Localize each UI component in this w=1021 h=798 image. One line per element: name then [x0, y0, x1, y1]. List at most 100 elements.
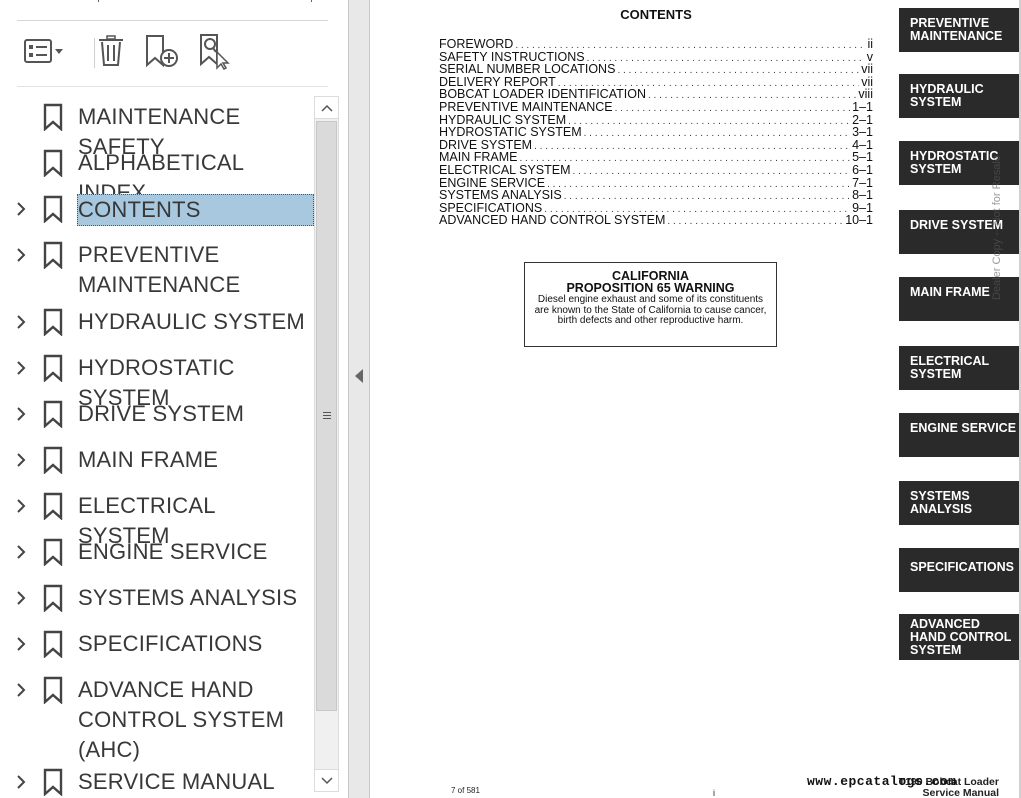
- toc-leader-dots: [615, 103, 851, 114]
- chevron-right-icon[interactable]: [13, 244, 29, 266]
- toc-leader-dots: [534, 141, 850, 152]
- bookmark-hydraulic-system[interactable]: HYDRAULIC SYSTEM: [0, 307, 314, 337]
- toc-entry[interactable]: BOBCAT LOADER IDENTIFICATION viii: [439, 88, 873, 101]
- panel-splitter[interactable]: [348, 0, 370, 798]
- toc-entry[interactable]: DRIVE SYSTEM 4–1: [439, 139, 873, 152]
- bookmark-icon: [42, 149, 64, 178]
- toc-entry[interactable]: SYSTEMS ANALYSIS 8–1: [439, 189, 873, 202]
- toc-entry[interactable]: DELIVERY REPORT vii: [439, 76, 873, 89]
- bookmark-advance-hand-control[interactable]: ADVANCE HAND CONTROL SYSTEM (AHC): [0, 675, 314, 765]
- bookmark-icon: [42, 446, 64, 475]
- toc-entry-page: 1–1: [852, 100, 873, 114]
- divider: [17, 20, 328, 21]
- chevron-right-icon[interactable]: [13, 357, 29, 379]
- bookmark-electrical-system[interactable]: ELECTRICAL SYSTEM: [0, 491, 314, 548]
- bookmark-alphabetical-index[interactable]: ALPHABETICAL INDEX: [0, 148, 314, 205]
- toc-leader-dots: [564, 191, 850, 202]
- chevron-right-icon[interactable]: [13, 311, 29, 333]
- chevron-right-icon[interactable]: [13, 587, 29, 609]
- toc-leader-dots: [558, 78, 859, 89]
- bookmark-icon: [42, 103, 64, 132]
- scroll-up-button[interactable]: [315, 97, 338, 119]
- chevron-right-icon[interactable]: [13, 495, 29, 517]
- grip-icon: [322, 407, 332, 425]
- chevron-right-icon[interactable]: [13, 198, 29, 220]
- toc-entry-label: SPECIFICATIONS: [439, 201, 543, 215]
- warning-subtitle: PROPOSITION 65 WARNING: [566, 281, 735, 295]
- bookmark-label: ADVANCE HAND CONTROL SYSTEM (AHC): [78, 677, 285, 762]
- bookmarks-toolbar: [17, 30, 337, 76]
- chevron-right-icon[interactable]: [13, 403, 29, 425]
- new-bookmark-button[interactable]: [143, 30, 181, 76]
- toc-entry-page: 2–1: [852, 113, 873, 127]
- new-bookmark-icon: [143, 33, 181, 74]
- bookmark-drive-system[interactable]: DRIVE SYSTEM: [0, 399, 314, 429]
- toc-leader-dots: [519, 153, 850, 164]
- toc-entry-label: ENGINE SERVICE: [439, 176, 546, 190]
- bookmark-label: CONTENTS: [77, 194, 314, 226]
- toc-entry[interactable]: HYDROSTATIC SYSTEM 3–1: [439, 126, 873, 139]
- section-tab[interactable]: HYDRAULIC SYSTEM: [899, 74, 1019, 118]
- trash-icon: [96, 34, 126, 73]
- bookmark-engine-service[interactable]: ENGINE SERVICE: [0, 537, 314, 567]
- bookmarks-scrollbar[interactable]: [314, 96, 339, 792]
- page-counter: 7 of 581: [451, 786, 480, 795]
- toc-entry-page: vii: [861, 75, 873, 89]
- toc-entry[interactable]: SERIAL NUMBER LOCATIONS vii: [439, 63, 873, 76]
- delete-bookmark-button[interactable]: [95, 30, 127, 76]
- find-current-bookmark-icon: [197, 32, 235, 75]
- prop65-warning-box: CALIFORNIA PROPOSITION 65 WARNING Diesel…: [524, 262, 777, 347]
- scroll-thumb[interactable]: [316, 121, 337, 711]
- toc-entry-page: 9–1: [852, 201, 873, 215]
- bookmark-label: HYDRAULIC SYSTEM: [78, 309, 305, 334]
- toc-entry-page: ii: [867, 38, 873, 51]
- bookmark-icon: [42, 584, 64, 613]
- toc-entry-page: vii: [861, 63, 873, 76]
- bookmark-icon: [42, 354, 64, 383]
- toc-entry-label: DELIVERY REPORT: [439, 75, 556, 89]
- toc-entry[interactable]: SAFETY INSTRUCTIONS v: [439, 51, 873, 64]
- section-tab[interactable]: ENGINE SERVICE: [899, 413, 1019, 457]
- toc-entry[interactable]: MAIN FRAME 5–1: [439, 151, 873, 164]
- warning-text: Diesel engine exhaust and some of its co…: [534, 294, 767, 326]
- bookmark-hydrostatic-system[interactable]: HYDROSTATIC SYSTEM: [0, 353, 314, 410]
- toc-entry-page: 5–1: [852, 151, 873, 164]
- footer-url: www.epcatalogs.com: [807, 774, 957, 789]
- toc-leader-dots: [667, 216, 843, 227]
- toc-entry[interactable]: ENGINE SERVICE 7–1: [439, 177, 873, 190]
- toc-entry[interactable]: FOREWORD ii: [439, 38, 873, 51]
- bookmark-maintenance-safety[interactable]: MAINTENANCE SAFETY: [0, 102, 314, 159]
- toc-entry[interactable]: ADVANCED HAND CONTROL SYSTEM 10–1: [439, 214, 873, 227]
- toc-entry[interactable]: SPECIFICATIONS 9–1: [439, 202, 873, 215]
- bookmark-specifications[interactable]: SPECIFICATIONS: [0, 629, 314, 659]
- toc-entry-page: 7–1: [852, 176, 873, 190]
- bookmark-options-button[interactable]: [17, 30, 69, 76]
- collapse-panel-button[interactable]: [353, 368, 365, 388]
- bookmark-label: MAIN FRAME: [78, 447, 219, 472]
- toc-entry[interactable]: PREVENTIVE MAINTENANCE 1–1: [439, 101, 873, 114]
- bookmark-service-manual[interactable]: SERVICE MANUAL: [0, 767, 314, 797]
- section-tab[interactable]: PREVENTIVE MAINTENANCE: [899, 8, 1019, 52]
- section-tab[interactable]: SYSTEMS ANALYSIS: [899, 481, 1019, 525]
- chevron-right-icon[interactable]: [13, 771, 29, 793]
- bookmark-systems-analysis[interactable]: SYSTEMS ANALYSIS: [0, 583, 314, 613]
- chevron-down-icon: [320, 772, 333, 790]
- scroll-down-button[interactable]: [315, 769, 338, 791]
- section-tab[interactable]: ADVANCED HAND CONTROL SYSTEM: [899, 614, 1019, 660]
- bookmark-label: DRIVE SYSTEM: [78, 401, 245, 426]
- chevron-right-icon[interactable]: [13, 633, 29, 655]
- bookmark-tree: MAINTENANCE SAFETY ALPHABETICAL INDEX CONT…: [0, 95, 314, 798]
- toc-entry[interactable]: HYDRAULIC SYSTEM 2–1: [439, 114, 873, 127]
- chevron-right-icon[interactable]: [13, 679, 29, 701]
- toc-entry[interactable]: ELECTRICAL SYSTEM 6–1: [439, 164, 873, 177]
- section-tab[interactable]: SPECIFICATIONS: [899, 548, 1019, 592]
- section-tab[interactable]: ELECTRICAL SYSTEM: [899, 346, 1019, 390]
- bookmark-main-frame[interactable]: MAIN FRAME: [0, 445, 314, 475]
- toc-entry-label: DRIVE SYSTEM: [439, 138, 533, 152]
- bookmark-contents[interactable]: CONTENTS: [0, 194, 314, 226]
- chevron-right-icon[interactable]: [13, 449, 29, 471]
- bookmark-preventive-maintenance[interactable]: PREVENTIVE MAINTENANCE: [0, 240, 314, 300]
- chevron-right-icon[interactable]: [13, 541, 29, 563]
- find-bookmark-button[interactable]: [197, 30, 235, 76]
- bookmark-label: SYSTEMS ANALYSIS: [78, 585, 298, 610]
